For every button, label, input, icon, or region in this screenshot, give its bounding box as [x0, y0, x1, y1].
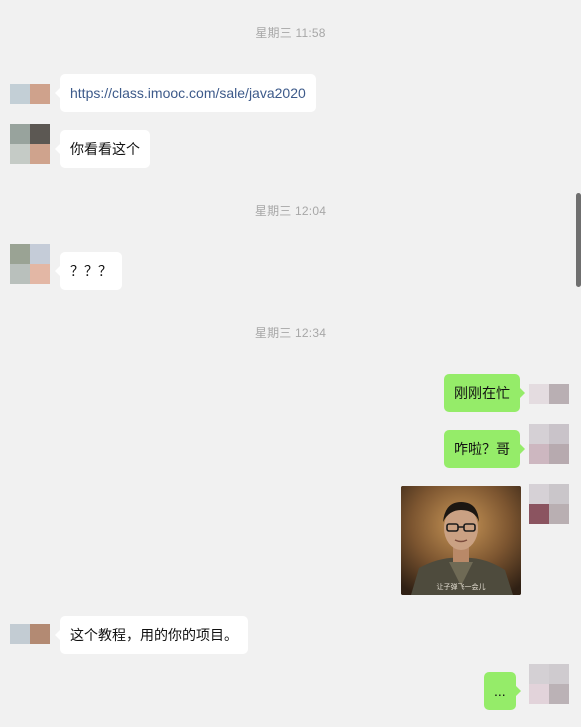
contact-avatar[interactable] — [10, 84, 50, 104]
message-bubble-incoming[interactable]: 这个教程，用的你的项目。 — [55, 616, 248, 654]
message-bubble-outgoing[interactable]: 刚刚在忙 — [444, 374, 525, 412]
contact-avatar[interactable] — [10, 244, 50, 284]
my-avatar[interactable] — [529, 664, 569, 704]
timestamp: 星期三 12:04 — [254, 204, 327, 218]
video-still-image — [401, 486, 521, 595]
timestamp: 星期三 11:58 — [255, 26, 326, 40]
message-bubble-link[interactable]: https://class.imooc.com/sale/java2020 — [55, 74, 316, 112]
message-bubble-incoming[interactable]: ？？？ — [55, 252, 122, 290]
scrollbar-thumb[interactable] — [576, 193, 581, 287]
my-avatar[interactable] — [529, 424, 569, 464]
chat-message-list[interactable]: 星期三 11:58 https://class.imooc.com/sale/j… — [0, 0, 581, 727]
image-message[interactable]: 让子弹飞一会儿 — [401, 486, 521, 595]
message-bubble-outgoing[interactable]: ... — [484, 672, 521, 710]
message-bubble-outgoing[interactable]: 咋啦？哥 — [444, 430, 525, 468]
my-avatar[interactable] — [529, 484, 569, 524]
message-bubble-incoming[interactable]: 你看看这个 — [55, 130, 150, 168]
video-subtitle: 让子弹飞一会儿 — [436, 583, 486, 591]
my-avatar[interactable] — [529, 384, 569, 404]
contact-avatar[interactable] — [10, 124, 50, 164]
timestamp: 星期三 12:34 — [254, 326, 327, 340]
contact-avatar[interactable] — [10, 624, 50, 644]
